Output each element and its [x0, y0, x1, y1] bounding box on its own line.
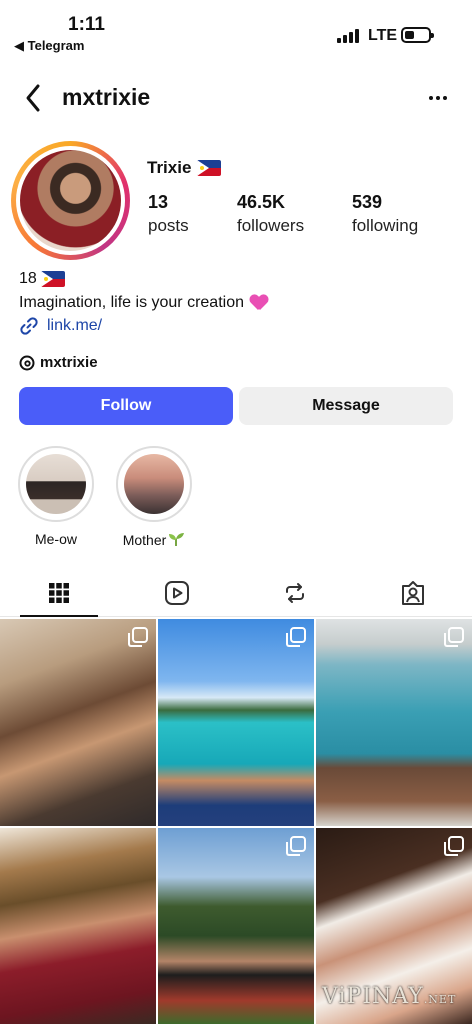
bio: 18 Imagination, life is your creation — [19, 268, 268, 313]
highlight-thumbnail — [124, 454, 184, 514]
following-stat[interactable]: 539 following — [352, 192, 418, 236]
philippines-flag-icon — [197, 160, 222, 176]
bio-link[interactable]: link.me/ — [19, 316, 102, 336]
multiple-images-icon — [128, 627, 148, 647]
post-thumbnail[interactable] — [0, 619, 156, 826]
post-thumbnail[interactable] — [158, 619, 314, 826]
header-username: mxtrixie — [62, 84, 151, 110]
tab-tagged[interactable] — [354, 571, 472, 615]
display-name: Trixie — [147, 158, 222, 178]
tagged-icon — [402, 581, 424, 605]
tab-reposts[interactable] — [236, 571, 354, 615]
bio-link-text: link.me/ — [47, 317, 103, 334]
seedling-icon — [169, 533, 185, 546]
multiple-images-icon — [286, 627, 306, 647]
post-thumbnail[interactable] — [158, 828, 314, 1024]
profile-tabs — [0, 571, 472, 617]
watermark-logo: ViPINAY.NET — [322, 984, 457, 1009]
following-label: following — [352, 216, 419, 235]
profile-header: mxtrixie — [0, 78, 472, 118]
more-options-icon[interactable] — [424, 84, 452, 112]
threads-handle: mxtrixie — [40, 354, 98, 371]
threads-badge[interactable]: mxtrixie — [19, 354, 98, 371]
story-highlight[interactable]: Mother — [114, 446, 194, 548]
tab-reels[interactable] — [118, 571, 236, 615]
reposts-icon — [286, 583, 304, 603]
highlight-thumbnail — [26, 454, 86, 514]
tab-grid[interactable] — [0, 571, 118, 617]
philippines-flag-icon — [40, 270, 65, 287]
story-highlight[interactable]: Me-ow — [16, 446, 96, 547]
link-icon — [20, 317, 38, 335]
display-name-text: Trixie — [147, 158, 192, 177]
status-bar: 1:11 ◀ Telegram LTE — [0, 0, 472, 62]
bio-text: Imagination, life is your creation — [19, 294, 244, 311]
reels-icon — [165, 581, 189, 605]
grid-icon — [49, 583, 69, 603]
followers-stat[interactable]: 46.5K followers — [237, 192, 304, 236]
battery-icon — [401, 27, 434, 43]
bio-age: 18 — [19, 270, 37, 287]
post-thumbnail[interactable] — [0, 828, 156, 1024]
multiple-images-icon — [444, 627, 464, 647]
signal-icon — [337, 29, 359, 43]
posts-grid — [0, 619, 472, 1024]
post-thumbnail[interactable] — [316, 619, 472, 826]
message-button[interactable]: Message — [239, 387, 453, 425]
network-type: LTE — [368, 27, 398, 44]
follow-button[interactable]: Follow — [19, 387, 233, 425]
posts-count: 13 — [148, 192, 169, 212]
followers-label: followers — [237, 216, 305, 235]
posts-label: posts — [148, 216, 189, 235]
highlight-label: Me-ow — [34, 531, 77, 547]
pink-heart-icon — [250, 295, 268, 311]
back-arrow-icon[interactable] — [22, 82, 46, 114]
threads-icon — [19, 355, 35, 370]
status-time: 1:11 — [68, 14, 105, 35]
multiple-images-icon — [286, 836, 306, 856]
posts-stat[interactable]: 13 posts — [148, 192, 189, 236]
highlight-label: Mother — [114, 531, 194, 548]
profile-avatar[interactable] — [11, 141, 130, 260]
back-to-telegram-link[interactable]: ◀ Telegram — [14, 38, 84, 54]
multiple-images-icon — [444, 836, 464, 856]
avatar-photo — [20, 150, 121, 251]
following-count: 539 — [352, 192, 383, 212]
followers-count: 46.5K — [237, 192, 286, 212]
